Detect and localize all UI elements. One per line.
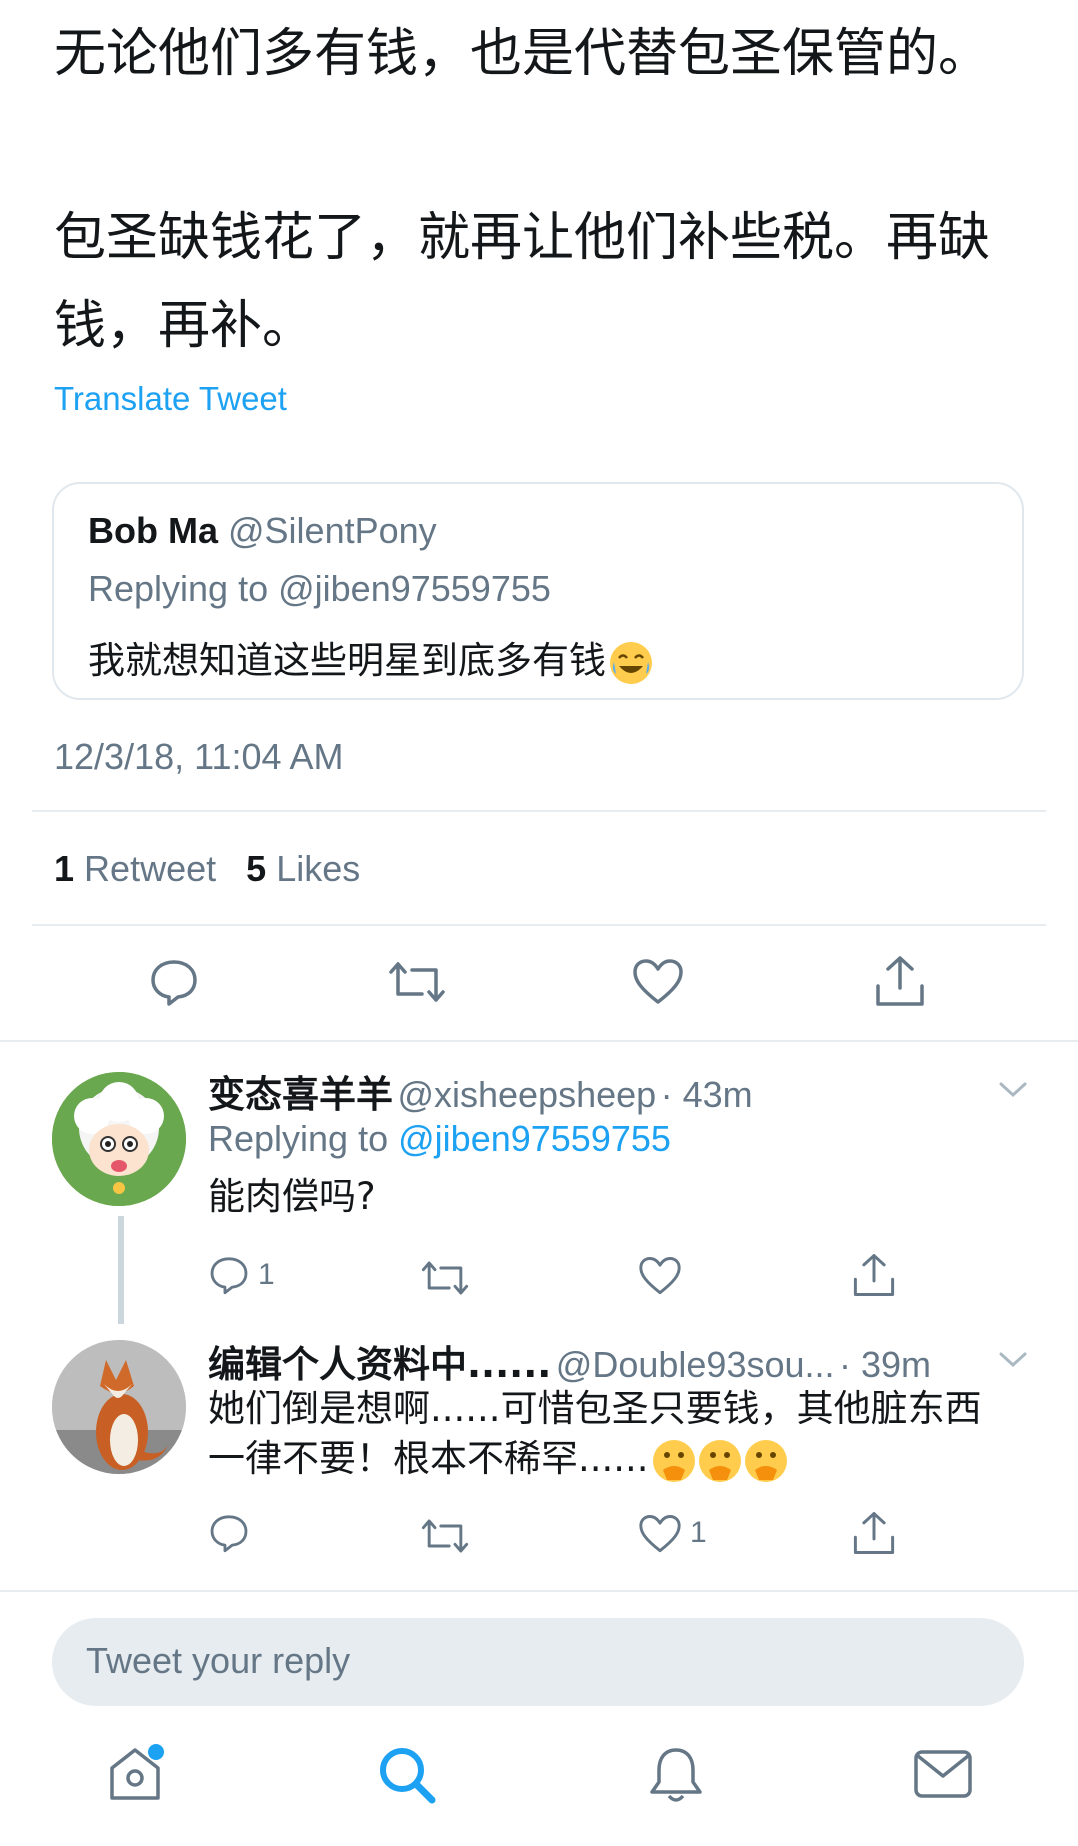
divider [32, 924, 1046, 926]
tweet-reply-input[interactable]: Tweet your reply [52, 1618, 1024, 1706]
divider [0, 1590, 1078, 1592]
hand-over-mouth-emoji-icon [698, 1439, 741, 1482]
reply-replying-to: Replying to @jiben97559755 [208, 1118, 671, 1160]
quoted-author-handle: @SilentPony [228, 510, 437, 551]
reply-text-line-2: 一律不要！根本不稀罕...... [208, 1437, 649, 1480]
retweet-label[interactable]: Retweet [84, 848, 216, 889]
tears-of-joy-emoji-icon [610, 641, 652, 684]
reply-author-name[interactable]: 编辑个人资料中...... [208, 1343, 551, 1386]
reply-header: 编辑个人资料中...... @Double93sou... · 39m [208, 1334, 931, 1388]
tweet-text-paragraph-1: 无论他们多有钱，也是代替包圣保管的。 [54, 24, 991, 84]
like-heart-icon[interactable] [638, 1514, 682, 1554]
retweet-icon[interactable] [420, 1258, 470, 1298]
likes-count: 5 [246, 848, 267, 889]
quoted-replying-to: Replying to @jiben97559755 [88, 568, 551, 609]
reply-author-name[interactable]: 变态喜羊羊 [208, 1073, 393, 1116]
reply-count: 1 [258, 1258, 275, 1291]
like-heart-icon[interactable] [632, 958, 684, 1006]
replying-to-prefix: Replying to [208, 1118, 389, 1159]
reply-time: · 43m [660, 1074, 753, 1115]
reply-input-placeholder: Tweet your reply [86, 1640, 351, 1681]
retweet-count: 1 [54, 848, 75, 889]
share-icon[interactable] [874, 954, 926, 1008]
retweet-icon[interactable] [420, 1516, 470, 1556]
search-icon[interactable] [376, 1744, 438, 1806]
quoted-tweet-text: 我就想知道这些明星到底多有钱 [88, 639, 606, 682]
replying-to-handle-link[interactable]: @jiben97559755 [398, 1118, 671, 1159]
like-heart-icon[interactable] [638, 1256, 682, 1296]
tweet-stats: 1 Retweet 5 Likes [54, 848, 360, 890]
translate-tweet-link[interactable]: Translate Tweet [54, 380, 287, 418]
divider [32, 810, 1046, 812]
hand-over-mouth-emoji-icon [744, 1439, 787, 1482]
hand-over-mouth-emoji-icon [652, 1439, 695, 1482]
reply-text-line-1: 她们倒是想啊......可惜包圣只要钱，其他脏东西 [208, 1387, 982, 1430]
share-icon[interactable] [852, 1510, 896, 1556]
share-icon[interactable] [852, 1252, 896, 1298]
reply-icon[interactable] [208, 1512, 250, 1554]
reply-text-line-2-container: 一律不要！根本不稀罕...... [208, 1434, 787, 1484]
reply-header: 变态喜羊羊 @xisheepsheep · 43m [208, 1064, 753, 1118]
avatar[interactable] [52, 1340, 186, 1474]
chevron-down-icon[interactable] [998, 1080, 1028, 1100]
messages-icon[interactable] [912, 1748, 974, 1800]
reply-author-handle: @xisheepsheep [397, 1074, 657, 1115]
quoted-author-name: Bob Ma [88, 510, 218, 551]
reply-author-handle: @Double93sou... [555, 1344, 835, 1385]
likes-label[interactable]: Likes [276, 848, 360, 889]
like-count: 1 [690, 1516, 707, 1549]
notification-dot-icon [148, 1744, 164, 1760]
tweet-timestamp: 12/3/18, 11:04 AM [54, 736, 344, 777]
reply-icon[interactable] [148, 956, 200, 1008]
reply-text: 能肉偿吗? [208, 1175, 376, 1218]
quoted-author: Bob Ma @SilentPony [88, 510, 437, 552]
chevron-down-icon[interactable] [998, 1350, 1028, 1370]
divider [0, 1040, 1078, 1042]
thread-connector [118, 1216, 124, 1324]
quoted-tweet-body: 我就想知道这些明星到底多有钱 [88, 630, 652, 684]
reply-icon[interactable] [208, 1254, 250, 1296]
reply-time: · 39m [838, 1344, 931, 1385]
retweet-icon[interactable] [388, 958, 446, 1006]
tweet-text-paragraph-2: 包圣缺钱花了，就再让他们补些税。再缺钱，再补。 [54, 208, 991, 356]
avatar[interactable] [52, 1072, 186, 1206]
notifications-icon[interactable] [646, 1744, 706, 1806]
quoted-tweet-card[interactable]: Bob Ma @SilentPony Replying to @jiben9755… [52, 482, 1024, 700]
